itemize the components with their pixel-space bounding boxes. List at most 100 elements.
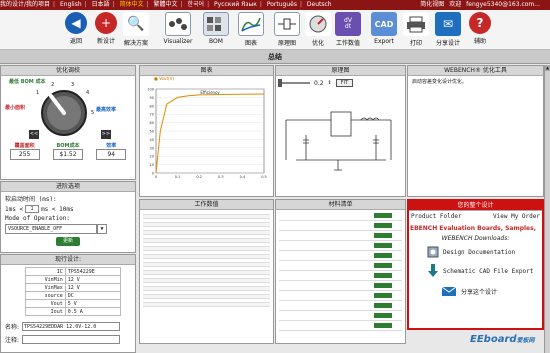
webench-optimizer-panel: WEBENCH® 优化工具 启动容差变化设计优化。 (407, 65, 544, 197)
operating-values-table (140, 210, 273, 308)
optimize-icon (305, 12, 331, 36)
update-button[interactable]: 更新 (56, 237, 80, 246)
product-folder-link[interactable]: Product Folder (411, 213, 462, 220)
bom-panel: 材料清单 (275, 199, 406, 344)
fit-button[interactable]: FIT (335, 79, 354, 87)
table-row (279, 301, 402, 311)
visualizer-button[interactable]: Visualizer (160, 12, 196, 50)
your-design-panel: 您的整个设计 Product Folder View My Order EBEN… (407, 199, 544, 330)
soft-start-input[interactable]: 1 (25, 205, 40, 213)
simplified-view-link[interactable]: 简化视图 (420, 1, 444, 8)
bom-buy-button[interactable] (374, 273, 392, 278)
lang-simplified-chinese[interactable]: 简体中文 (120, 1, 144, 8)
bom-buy-button[interactable] (374, 243, 392, 248)
bom-buy-button[interactable] (374, 283, 392, 288)
schematic-panel: 原理图 0.2 ⇕ FIT (275, 65, 406, 197)
x-tick-label: 0.4 (240, 175, 246, 179)
share-design-button[interactable]: ✉ 分享设计 (430, 12, 466, 50)
table-row (279, 281, 402, 291)
table-row (279, 271, 402, 281)
knob-next-button[interactable]: >> (101, 130, 111, 139)
user-email[interactable]: fengye5340@163.com... (466, 1, 540, 8)
my-designs-link[interactable]: 我的设计/我的项目 (0, 1, 50, 8)
knob-label-area: 最小面积 (5, 105, 26, 111)
current-design-panel: 现行设计: IC TPS54229E VinMin 12 V VinMax 12 V … (0, 254, 136, 353)
bom-buy-button[interactable] (374, 223, 392, 228)
table-row (143, 303, 270, 307)
lang-russian[interactable]: Русский Язык (214, 1, 257, 8)
page-scrollbar[interactable]: ▲ (544, 65, 550, 353)
print-icon (403, 12, 429, 36)
lang-traditional-chinese[interactable]: 繁體中文 (154, 1, 178, 8)
lang-german[interactable]: Deutsch (307, 1, 332, 8)
charts-button[interactable]: 图表 (233, 12, 269, 50)
share-design-link[interactable]: 分享这个设计 (409, 284, 542, 298)
solutions-button[interactable]: 🔍 解决方案 (118, 12, 154, 50)
design-notes-input[interactable] (22, 335, 121, 344)
table-row (279, 231, 402, 241)
welcome-text: 欢迎 (449, 1, 462, 8)
top-language-bar: 我的设计/我的项目 | English | 日本語 | 简体中文 | 繁體中文 | 한국어… (0, 0, 550, 10)
optimizer-stats: 覆盖面积 255 BOM成本 $1.52 效率 94 (1, 142, 135, 160)
lang-english[interactable]: English (60, 1, 82, 8)
schematic-cad-export-link[interactable]: Schematic CAD File Export (409, 264, 542, 278)
x-tick-label: 0.3 (218, 175, 224, 179)
share-icon: ✉ (435, 12, 461, 36)
bom-button[interactable]: BOM (198, 12, 234, 50)
topbar-right: 简化视图 欢迎 fengye5340@163.com... (420, 0, 543, 10)
webench-title: WEBENCH® 优化工具 (408, 66, 543, 76)
zoom-stepper-icon[interactable]: ⇕ (328, 80, 332, 86)
help-button[interactable]: ? 辅助 (462, 12, 498, 50)
chart-panel: 图表 ■ Vout(V) Efficiency 100 90 80 70 60 50 40 30… (139, 65, 274, 197)
table-row: Vout 5 V (25, 299, 122, 308)
y-tick-label: 40 (150, 138, 154, 142)
x-tick-label: 0.1 (175, 175, 181, 179)
bom-buy-button[interactable] (374, 293, 392, 298)
bom-buy-button[interactable] (374, 213, 392, 218)
table-row (279, 291, 402, 301)
table-row: IC TPS54229E (25, 267, 122, 276)
optimizer-knob[interactable] (39, 88, 89, 138)
bom-buy-button[interactable] (374, 303, 392, 308)
mode-select[interactable]: VSOURCE_ENABLE_OFF ▼ (5, 224, 131, 234)
zoom-slider[interactable] (278, 79, 310, 87)
bom-buy-button[interactable] (374, 263, 392, 268)
bom-buy-button[interactable] (374, 233, 392, 238)
share-envelope-icon (441, 286, 457, 296)
operating-values-button[interactable]: dV dt 工作数值 (330, 12, 366, 50)
bom-buy-button[interactable] (374, 323, 392, 328)
document-icon (427, 246, 439, 258)
bom-buy-button[interactable] (374, 313, 392, 318)
summary-header: 总结 (0, 50, 550, 64)
view-order-link[interactable]: View My Order (493, 213, 540, 220)
print-button[interactable]: 打印 (398, 12, 434, 50)
operating-values-title: 工作数值 (140, 200, 273, 210)
main-toolbar: ◀ 返回 + 新设计 🔍 解决方案 Visualizer BOM 图表 原理图 (0, 10, 550, 50)
x-tick-label: 0.5 (261, 175, 267, 179)
lang-portuguese[interactable]: Português (267, 1, 297, 8)
lang-korean[interactable]: 한국어 (188, 1, 205, 8)
charts-icon (238, 12, 264, 36)
eval-boards-text[interactable]: EBENCH Evaluation Boards, Samples, (409, 225, 542, 232)
stat-bom-cost: BOM成本 $1.52 (52, 142, 83, 160)
bom-buy-button[interactable] (374, 253, 392, 258)
knob-prev-button[interactable]: << (29, 130, 39, 139)
downloads-heading: WEBENCH Downloads: (441, 235, 510, 242)
design-name-input[interactable]: TPS54229EDDAR 12.0V-12.0 (22, 322, 121, 331)
stat-area: 覆盖面积 255 (9, 142, 40, 160)
table-row: source DC (25, 291, 122, 300)
visualizer-icon (165, 12, 191, 36)
bom-title: 材料清单 (276, 200, 405, 210)
knob-label-bom: 最低 BOM 成本 (9, 79, 46, 85)
y-tick-label: 70 (150, 113, 154, 117)
export-button[interactable]: CAD Export (366, 12, 402, 50)
scroll-up-icon[interactable]: ▲ (545, 65, 550, 71)
table-row: Iout 0.5 A (25, 307, 122, 316)
table-row (279, 321, 402, 331)
design-documentation-link[interactable]: Design Documentation (409, 246, 542, 258)
current-design-title: 现行设计: (1, 255, 135, 265)
optimizer-title: 优化调校 (1, 66, 135, 76)
down-arrow-icon (428, 264, 438, 277)
lang-japanese[interactable]: 日本語 (92, 1, 110, 8)
soft-start-label: 软启动时间 (ms): (5, 196, 57, 203)
